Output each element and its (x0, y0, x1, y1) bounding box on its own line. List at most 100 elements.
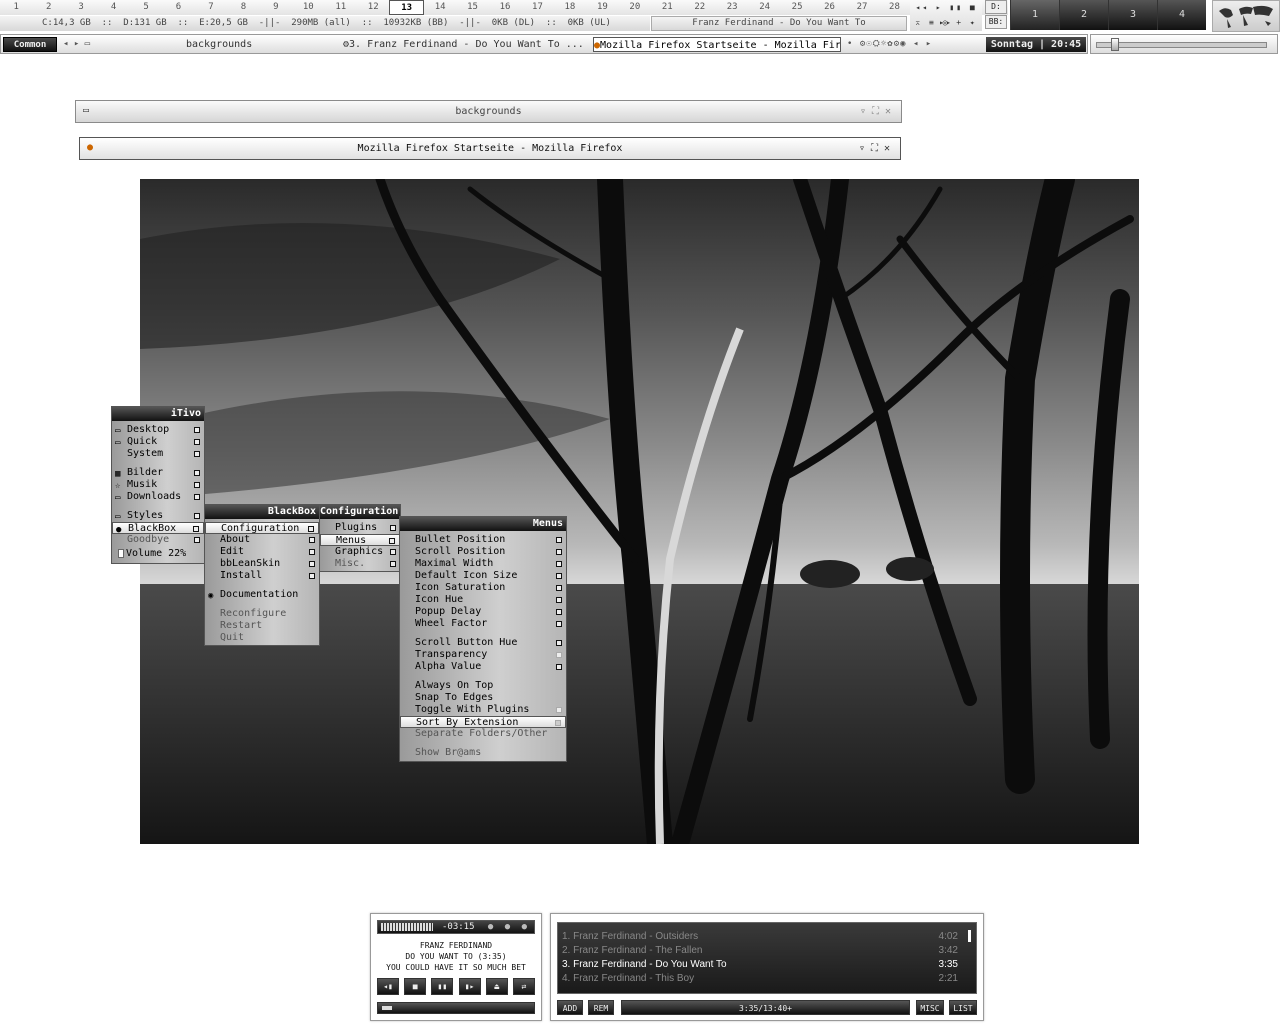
media-transport-buttons[interactable]: ◂◂ ▸ ▮▮ ■ ▸▸ (910, 0, 982, 27)
volume-slider[interactable] (1090, 34, 1278, 54)
menu-item-icon-saturation[interactable]: Icon Saturation (400, 582, 566, 594)
workspace-1[interactable]: 1 (1010, 0, 1059, 30)
menu-item-misc[interactable]: Misc. (320, 558, 400, 570)
drive-button[interactable]: BB: (985, 15, 1007, 29)
menu-item-bullet-position[interactable]: Bullet Position (400, 534, 566, 546)
shuffle-button[interactable]: ⇄ (512, 978, 535, 995)
calendar-day[interactable]: 7 (195, 0, 227, 15)
add-button[interactable]: ADD (557, 1000, 583, 1015)
calendar-day[interactable]: 20 (619, 0, 651, 15)
calendar-day[interactable]: 16 (489, 0, 521, 15)
player-dots[interactable]: ● ● ● (488, 921, 530, 933)
menu-item-about[interactable]: About (205, 534, 319, 546)
calendar-day[interactable]: 15 (456, 0, 488, 15)
menu-item-popup-delay[interactable]: Popup Delay (400, 606, 566, 618)
menu-item-always-on-top[interactable]: Always On Top (400, 680, 566, 692)
workspace-3[interactable]: 3 (1108, 0, 1157, 30)
menu-item-toggle-with-plugins[interactable]: Toggle With Plugins (400, 704, 566, 716)
tray-icons[interactable]: • ⚙☉⛭☼✿⚙◉ ◂ ▸ (847, 37, 982, 52)
calendar-day[interactable]: 8 (227, 0, 259, 15)
calendar-day[interactable]: 22 (684, 0, 716, 15)
menu-item-scroll-position[interactable]: Scroll Position (400, 546, 566, 558)
calendar-day[interactable]: 25 (781, 0, 813, 15)
calendar-day[interactable]: 3 (65, 0, 97, 15)
calendar-day[interactable]: 1 (0, 0, 32, 15)
seek-knob[interactable] (382, 1006, 392, 1010)
menu-item-quick[interactable]: ▭ Quick (112, 436, 204, 448)
workspace-2[interactable]: 2 (1059, 0, 1108, 30)
menu-item-documentation[interactable]: ◉ Documentation (205, 589, 319, 601)
calendar-day[interactable]: 28 (878, 0, 910, 15)
playlist-row[interactable]: 4. Franz Ferdinand - This Boy 2:21 (562, 972, 958, 986)
time-display[interactable]: -03:15 (442, 921, 475, 933)
menu-item-install[interactable]: Install (205, 570, 319, 582)
menu-item-configuration[interactable]: Configuration (205, 522, 319, 534)
remove-button[interactable]: REM (588, 1000, 614, 1015)
calendar-day[interactable]: 6 (162, 0, 194, 15)
menu-item-scroll-button-hue[interactable]: Scroll Button Hue (400, 637, 566, 649)
pause-button[interactable]: ▮▮ (431, 978, 454, 995)
seek-bar[interactable] (377, 1002, 535, 1014)
drive-button[interactable]: D: (985, 0, 1007, 14)
calendar-day[interactable]: 21 (651, 0, 683, 15)
window-firefox[interactable]: ● Mozilla Firefox Startseite - Mozilla F… (79, 137, 901, 160)
menu-item-plugins[interactable]: Plugins (320, 522, 400, 534)
calendar-day[interactable]: 19 (586, 0, 618, 15)
next-button[interactable]: ▮▸ (458, 978, 481, 995)
calendar-day[interactable]: 18 (554, 0, 586, 15)
menu-item-maximal-width[interactable]: Maximal Width (400, 558, 566, 570)
menu-item-bilder[interactable]: ▦ Bilder (112, 467, 204, 479)
menu-item-styles[interactable]: ▭ Styles (112, 510, 204, 522)
slider-knob[interactable] (1111, 38, 1119, 51)
calendar-day[interactable]: 11 (325, 0, 357, 15)
calendar-day[interactable]: 24 (748, 0, 780, 15)
workspace-nav-arrows[interactable]: ◂ ▸ ▭ (63, 37, 103, 52)
calendar-day[interactable]: 27 (846, 0, 878, 15)
menu-item-quit[interactable]: Quit (205, 632, 319, 644)
menu-item-alpha-value[interactable]: Alpha Value (400, 661, 566, 673)
menu-item-blackbox[interactable]: ● BlackBox (112, 522, 204, 535)
menu-item-transparency[interactable]: Transparency (400, 649, 566, 661)
stop-button[interactable]: ■ (404, 978, 427, 995)
calendar-day[interactable]: 5 (130, 0, 162, 15)
menu-item-sort-by-extension[interactable]: Sort By Extension (400, 716, 566, 728)
calendar-day[interactable]: 14 (424, 0, 456, 15)
eject-button[interactable]: ⏏ (485, 978, 508, 995)
window-buttons[interactable]: ▿⛶✕ (860, 101, 897, 122)
calendar-day[interactable]: 17 (521, 0, 553, 15)
previous-button[interactable]: ◂▮ (377, 978, 399, 995)
menu-item-downloads[interactable]: ▭ Downloads (112, 491, 204, 503)
now-playing-ticker[interactable]: Franz Ferdinand - Do You Want To (651, 16, 907, 31)
playlist-row-current[interactable]: 3. Franz Ferdinand - Do You Want To 3:35 (562, 958, 958, 972)
task-firefox[interactable]: ●Mozilla Firefox Startseite - Mozilla Fi… (593, 37, 841, 52)
calendar-day[interactable]: 12 (357, 0, 389, 15)
menu-item-desktop[interactable]: ▭ Desktop (112, 424, 204, 436)
menu-item-volume[interactable]: Volume 22% (112, 548, 204, 560)
menu-item-menus[interactable]: Menus (320, 534, 400, 546)
menu-item-system[interactable]: System (112, 448, 204, 460)
calendar-day[interactable]: 4 (97, 0, 129, 15)
menu-item-goodbye[interactable]: Goodbye (112, 534, 204, 546)
calendar-day[interactable]: 23 (716, 0, 748, 15)
workspace-label[interactable]: Common (3, 37, 57, 52)
menu-item-default-icon-size[interactable]: Default Icon Size (400, 570, 566, 582)
menu-item-separate-folders[interactable]: Separate Folders/Other (400, 728, 566, 740)
workspace-4[interactable]: 4 (1157, 0, 1206, 30)
window-buttons[interactable]: ▿⛶✕ (859, 138, 896, 159)
menu-item-musik[interactable]: ☆ Musik (112, 479, 204, 491)
calendar-day[interactable]: 26 (813, 0, 845, 15)
task-winamp[interactable]: ⚙3. Franz Ferdinand - Do You Want To ... (343, 37, 589, 52)
calendar-day-today[interactable]: 13 (389, 0, 424, 15)
playlist-row[interactable]: 2. Franz Ferdinand - The Fallen 3:42 (562, 944, 958, 958)
window-backgrounds[interactable]: ▭ backgrounds ▿⛶✕ (75, 100, 902, 123)
playlist-row[interactable]: 1. Franz Ferdinand - Outsiders 4:02 (562, 930, 958, 944)
media-option-buttons[interactable]: ⌅ ≡ ◎ + ✦ (910, 15, 982, 30)
menu-item-bbleanskin[interactable]: bbLeanSkin (205, 558, 319, 570)
menu-item-snap-to-edges[interactable]: Snap To Edges (400, 692, 566, 704)
playlist-scrollbar[interactable] (968, 930, 971, 942)
menu-item-edit[interactable]: Edit (205, 546, 319, 558)
clock[interactable]: Sonntag | 20:45 (986, 37, 1086, 52)
world-clock-map[interactable] (1212, 0, 1280, 32)
calendar-day[interactable]: 2 (32, 0, 64, 15)
menu-item-reconfigure[interactable]: Reconfigure (205, 608, 319, 620)
